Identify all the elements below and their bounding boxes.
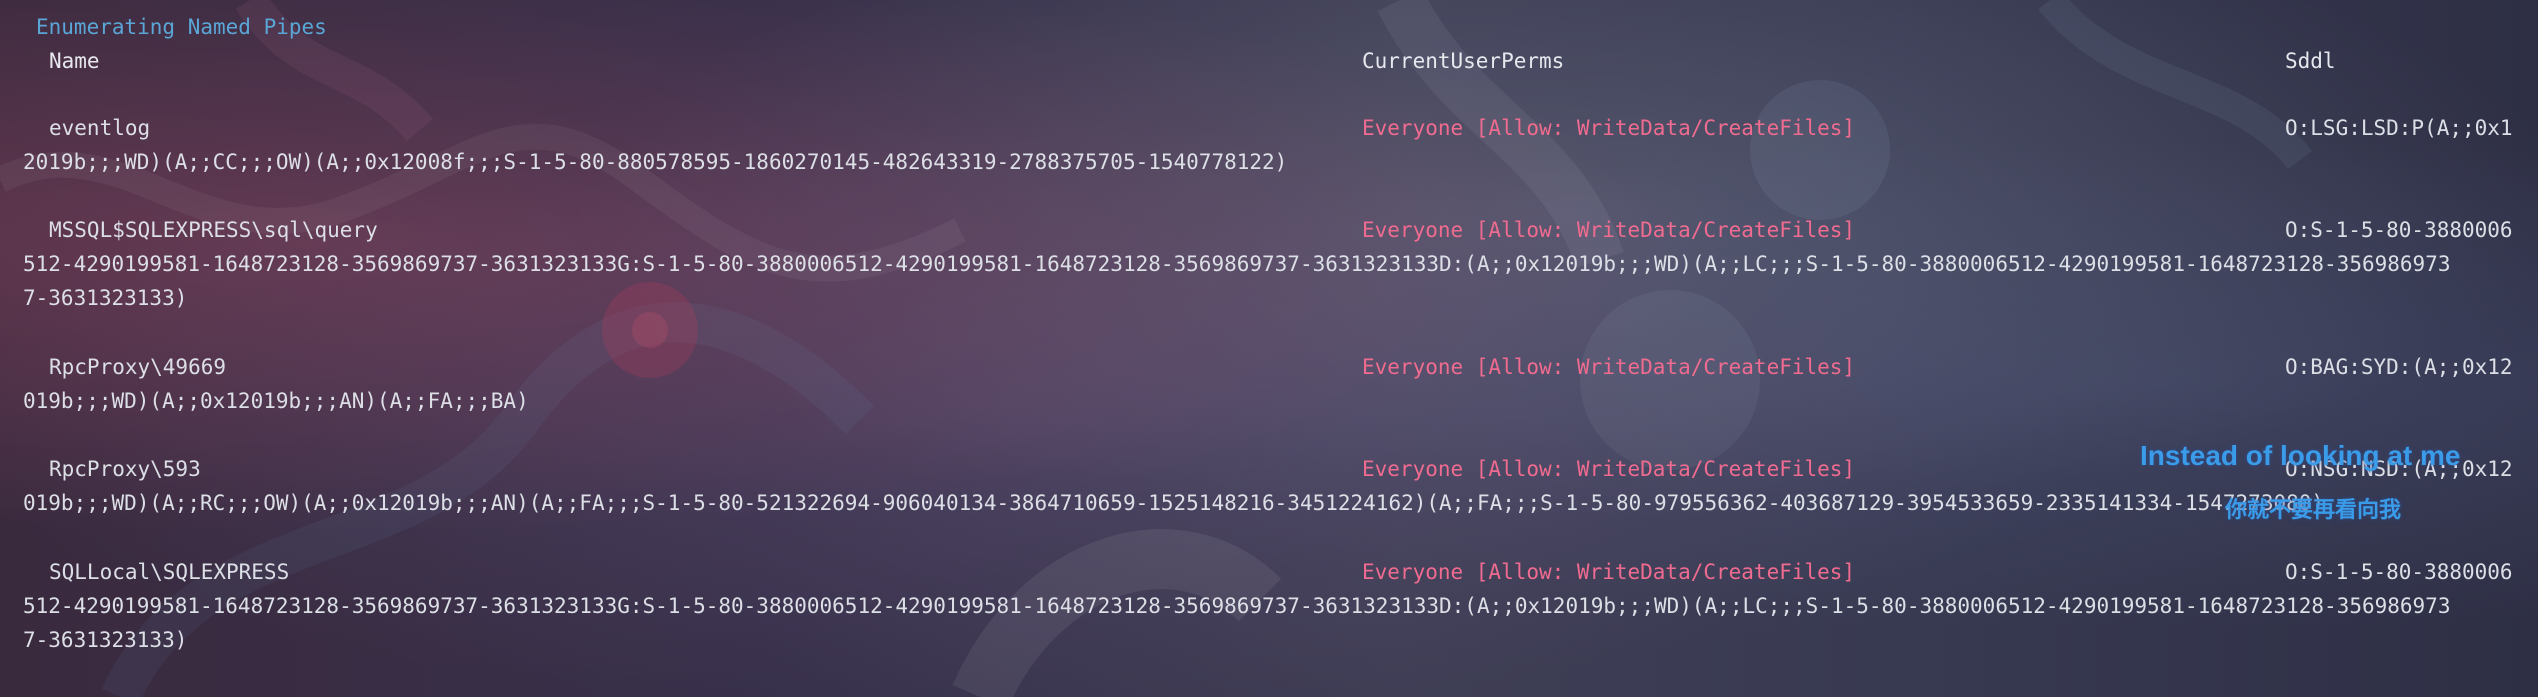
column-header-sddl: Sddl [2285, 49, 2336, 73]
column-header-name: Name [49, 49, 100, 73]
pipe-name: RpcProxy\593 [49, 457, 201, 481]
pipe-name: eventlog [49, 116, 151, 140]
pipe-sddl-continuation: 512-4290199581-1648723128-3569869737-363… [23, 252, 2451, 276]
pipe-sddl-continuation: 7-3631323133) [23, 286, 188, 310]
background-overlay-subtitle: 你就不要再看向我 [2225, 497, 2402, 522]
pipe-perms: Everyone [Allow: WriteData/CreateFiles] [1362, 560, 1856, 584]
section-title: Enumerating Named Pipes [36, 15, 327, 39]
terminal-output[interactable]: Enumerating Named Pipes Name CurrentUser… [0, 0, 2538, 697]
pipe-sddl: O:S-1-5-80-3880006 [2285, 218, 2513, 242]
pipe-sddl-continuation: 512-4290199581-1648723128-3569869737-363… [23, 594, 2451, 618]
pipe-perms: Everyone [Allow: WriteData/CreateFiles] [1362, 457, 1856, 481]
pipe-sddl: O:LSG:LSD:P(A;;0x1 [2285, 116, 2513, 140]
background-overlay-title: Instead of looking at me [2140, 440, 2461, 471]
pipe-perms: Everyone [Allow: WriteData/CreateFiles] [1362, 218, 1856, 242]
pipe-sddl-continuation: 7-3631323133) [23, 628, 188, 652]
pipe-name: RpcProxy\49669 [49, 355, 227, 379]
pipe-sddl: O:BAG:SYD:(A;;0x12 [2285, 355, 2513, 379]
pipe-perms: Everyone [Allow: WriteData/CreateFiles] [1362, 355, 1856, 379]
pipe-perms: Everyone [Allow: WriteData/CreateFiles] [1362, 116, 1856, 140]
pipe-sddl-continuation: 019b;;;WD)(A;;0x12019b;;;AN)(A;;FA;;;BA) [23, 389, 529, 413]
pipe-name: SQLLocal\SQLEXPRESS [49, 560, 290, 584]
pipe-sddl-continuation: 2019b;;;WD)(A;;CC;;;OW)(A;;0x12008f;;;S-… [23, 150, 1288, 174]
column-header-perms: CurrentUserPerms [1362, 49, 1565, 73]
pipe-sddl-continuation: 019b;;;WD)(A;;RC;;;OW)(A;;0x12019b;;;AN)… [23, 491, 2325, 515]
pipe-sddl: O:S-1-5-80-3880006 [2285, 560, 2513, 584]
pipe-name: MSSQL$SQLEXPRESS\sql\query [49, 218, 378, 242]
